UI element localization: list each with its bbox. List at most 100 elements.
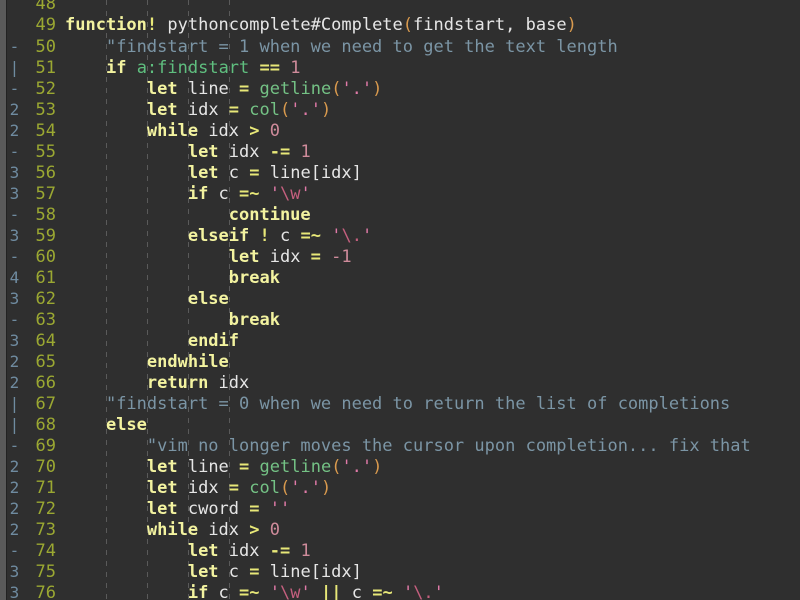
code-line[interactable]: -50 "findstart = 1 when we need to get t… xyxy=(0,36,800,57)
code-text[interactable]: return idx xyxy=(60,373,800,394)
fold-column-marker[interactable]: 2 xyxy=(0,120,22,141)
fold-column-marker[interactable]: | xyxy=(0,393,22,414)
code-text[interactable]: break xyxy=(60,310,800,331)
token-op: = xyxy=(310,247,321,267)
fold-column-marker[interactable]: - xyxy=(0,36,22,57)
fold-column-marker[interactable]: 3 xyxy=(0,162,22,183)
code-line[interactable]: 2 66 return idx xyxy=(0,372,800,393)
code-text[interactable]: let idx = -1 xyxy=(60,247,800,268)
fold-column-marker[interactable]: - xyxy=(0,141,22,162)
code-line[interactable]: 3 64 endif xyxy=(0,330,800,351)
code-line[interactable]: -55 let idx -= 1 xyxy=(0,141,800,162)
fold-column-marker[interactable]: - xyxy=(0,246,22,267)
fold-column-marker[interactable]: 3 xyxy=(0,561,22,582)
fold-column-marker[interactable]: 3 xyxy=(0,288,22,309)
code-line[interactable]: -69 "vim no longer moves the cursor upon… xyxy=(0,435,800,456)
code-text[interactable]: let idx -= 1 xyxy=(60,541,800,562)
code-text[interactable]: "vim no longer moves the cursor upon com… xyxy=(60,436,800,457)
code-line-list: 48 49 function! pythoncomplete#Complete(fi… xyxy=(0,0,800,600)
vim-editor-window[interactable]: 48 49 function! pythoncomplete#Complete(fi… xyxy=(0,0,800,600)
token-plain: cword xyxy=(177,499,250,519)
code-line[interactable]: 2 54 while idx > 0 xyxy=(0,120,800,141)
fold-column-marker[interactable]: 3 xyxy=(0,582,22,600)
fold-column-marker[interactable]: 4 xyxy=(0,267,22,288)
fold-column-marker[interactable]: 2 xyxy=(0,372,22,393)
code-text[interactable]: let idx = col('.') xyxy=(60,478,800,499)
code-line[interactable]: 3 75 let c = line[idx] xyxy=(0,561,800,582)
fold-column-marker[interactable]: 2 xyxy=(0,477,22,498)
code-text[interactable]: endwhile xyxy=(60,352,800,373)
code-text[interactable]: "findstart = 1 when we need to get the t… xyxy=(60,37,800,58)
token-op: = xyxy=(228,478,240,498)
code-text[interactable]: endif xyxy=(60,331,800,352)
fold-column-marker[interactable]: - xyxy=(0,435,22,456)
code-text[interactable]: let line = getline('.') xyxy=(60,457,800,478)
code-line[interactable]: -60 let idx = -1 xyxy=(0,246,800,267)
code-text[interactable]: let c = line[idx] xyxy=(60,562,800,583)
code-line[interactable]: 2 70 let line = getline('.') xyxy=(0,456,800,477)
code-line[interactable]: 48 xyxy=(0,0,800,15)
code-text[interactable]: while idx > 0 xyxy=(60,520,800,541)
code-text[interactable]: continue xyxy=(60,205,800,226)
fold-column-marker[interactable]: 2 xyxy=(0,519,22,540)
fold-column-marker[interactable]: - xyxy=(0,78,22,99)
token-plain: idx xyxy=(177,100,229,120)
code-line[interactable]: | 68 else xyxy=(0,414,800,435)
code-text[interactable]: if a:findstart == 1 xyxy=(60,58,800,79)
fold-column-marker[interactable]: 2 xyxy=(0,351,22,372)
code-line[interactable]: 3 76 if c =~ '\w' || c =~ '\.' xyxy=(0,582,800,600)
code-line[interactable]: -63 break xyxy=(0,309,800,330)
fold-column-marker[interactable]: 2 xyxy=(0,498,22,519)
code-line[interactable]: 3 59 elseif ! c =~ '\.' xyxy=(0,225,800,246)
fold-column-marker[interactable]: - xyxy=(0,204,22,225)
code-text[interactable]: let idx -= 1 xyxy=(60,142,800,163)
token-plain: c xyxy=(208,184,240,204)
fold-column-marker[interactable]: | xyxy=(0,414,22,435)
code-text[interactable]: "findstart = 0 when we need to return th… xyxy=(60,394,800,415)
fold-column-marker[interactable]: 2 xyxy=(0,99,22,120)
code-line[interactable]: 2 53 let idx = col('.') xyxy=(0,99,800,120)
fold-column-marker[interactable]: - xyxy=(0,540,22,561)
code-line[interactable]: 3 57 if c =~ '\w' xyxy=(0,183,800,204)
code-line[interactable]: 2 72 let cword = '' xyxy=(0,498,800,519)
token-kw: if xyxy=(105,58,127,78)
code-text[interactable]: break xyxy=(60,268,800,289)
code-line[interactable]: 2 73 while idx > 0 xyxy=(0,519,800,540)
code-line[interactable]: 3 56 let c = line[idx] xyxy=(0,162,800,183)
code-text[interactable]: if c =~ '\w' || c =~ '\.' xyxy=(60,583,800,600)
code-line[interactable]: 2 65 endwhile xyxy=(0,351,800,372)
code-text[interactable]: if c =~ '\w' xyxy=(60,184,800,205)
code-line[interactable]: 49 function! pythoncomplete#Complete(find… xyxy=(0,15,800,36)
fold-column-marker[interactable]: | xyxy=(0,57,22,78)
code-text[interactable]: let cword = '' xyxy=(60,499,800,520)
code-line[interactable]: 3 62 else xyxy=(0,288,800,309)
fold-column-marker[interactable]: - xyxy=(0,309,22,330)
code-text[interactable]: elseif ! c =~ '\.' xyxy=(60,226,800,247)
code-line[interactable]: -58 continue xyxy=(0,204,800,225)
fold-column-marker[interactable]: 3 xyxy=(0,183,22,204)
code-text[interactable]: let idx = col('.') xyxy=(60,100,800,121)
code-line[interactable]: | 51 if a:findstart == 1 xyxy=(0,57,800,78)
fold-column-marker[interactable]: 2 xyxy=(0,456,22,477)
code-text[interactable]: function! pythoncomplete#Complete(findst… xyxy=(60,15,800,36)
code-line[interactable]: -52 let line = getline('.') xyxy=(0,78,800,99)
line-number: 70 xyxy=(35,457,56,477)
code-text[interactable]: else xyxy=(60,289,800,310)
code-line[interactable]: 2 71 let idx = col('.') xyxy=(0,477,800,498)
fold-column-marker[interactable]: 3 xyxy=(0,330,22,351)
token-str: ' xyxy=(331,226,342,246)
code-line[interactable]: 4 61 break xyxy=(0,267,800,288)
code-text[interactable]: let c = line[idx] xyxy=(60,163,800,184)
code-text[interactable]: let line = getline('.') xyxy=(60,79,800,100)
token-plain: line xyxy=(177,457,240,477)
code-text[interactable]: while idx > 0 xyxy=(60,121,800,142)
code-text[interactable]: else xyxy=(60,415,800,436)
code-line[interactable]: -74 let idx -= 1 xyxy=(0,540,800,561)
code-line[interactable]: | 67 "findstart = 0 when we need to retur… xyxy=(0,393,800,414)
fold-column-marker[interactable]: 3 xyxy=(0,225,22,246)
